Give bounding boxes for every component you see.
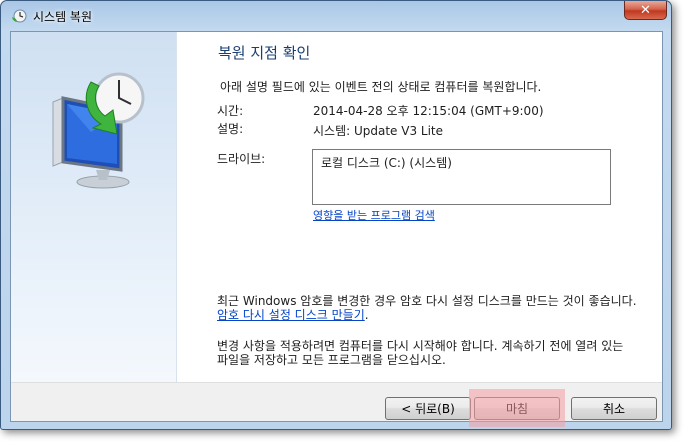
- left-pane-divider: [176, 32, 177, 382]
- wizard-footer: [11, 382, 662, 421]
- time-value: 2014-04-28 오후 12:15:04 (GMT+9:00): [313, 104, 544, 118]
- restart-note: 변경 사항을 적용하려면 컴퓨터를 다시 시작해야 합니다. 계속하기 전에 열…: [217, 339, 624, 367]
- left-banner: [11, 32, 176, 382]
- close-icon: ✕: [640, 2, 651, 18]
- system-restore-window: 시스템 복원 ✕ 복원 지점 확인 아래 설명 필드에 있는 이벤트 전의 상태…: [0, 0, 672, 430]
- password-note-text: 최근 Windows 암호를 변경한 경우 암호 다시 설정 디스크를 만드는 …: [217, 294, 637, 308]
- system-restore-icon: [12, 9, 27, 23]
- drive-list-item[interactable]: 로컬 디스크 (C:) (시스템): [321, 154, 452, 171]
- title-bar[interactable]: 시스템 복원 ✕: [1, 1, 671, 31]
- create-password-reset-disk-link[interactable]: 암호 다시 설정 디스크 만들기: [217, 308, 365, 322]
- system-restore-illustration-icon: [52, 72, 145, 189]
- password-note: 최근 Windows 암호를 변경한 경우 암호 다시 설정 디스크를 만드는 …: [217, 294, 637, 322]
- page-title: 복원 지점 확인: [218, 44, 311, 62]
- description-label: 설명:: [217, 122, 244, 136]
- close-button[interactable]: ✕: [624, 1, 667, 20]
- window-title: 시스템 복원: [33, 10, 93, 24]
- drive-list[interactable]: 로컬 디스크 (C:) (시스템): [312, 149, 611, 205]
- cancel-button[interactable]: 취소: [571, 397, 657, 420]
- scan-affected-programs-link[interactable]: 영향을 받는 프로그램 검색: [313, 207, 435, 223]
- back-button[interactable]: < 뒤로(B): [385, 397, 471, 420]
- wizard-client-area: 복원 지점 확인 아래 설명 필드에 있는 이벤트 전의 상태로 컴퓨터를 복원…: [10, 31, 663, 427]
- page-description: 아래 설명 필드에 있는 이벤트 전의 상태로 컴퓨터를 복원합니다.: [220, 80, 542, 94]
- password-note-end: .: [364, 308, 369, 322]
- time-label: 시간:: [217, 104, 244, 118]
- description-value: 시스템: Update V3 Lite: [313, 124, 444, 138]
- finish-button-label: 마침: [505, 402, 529, 416]
- drives-label: 드라이브:: [217, 152, 266, 166]
- finish-button[interactable]: 마침: [469, 389, 565, 427]
